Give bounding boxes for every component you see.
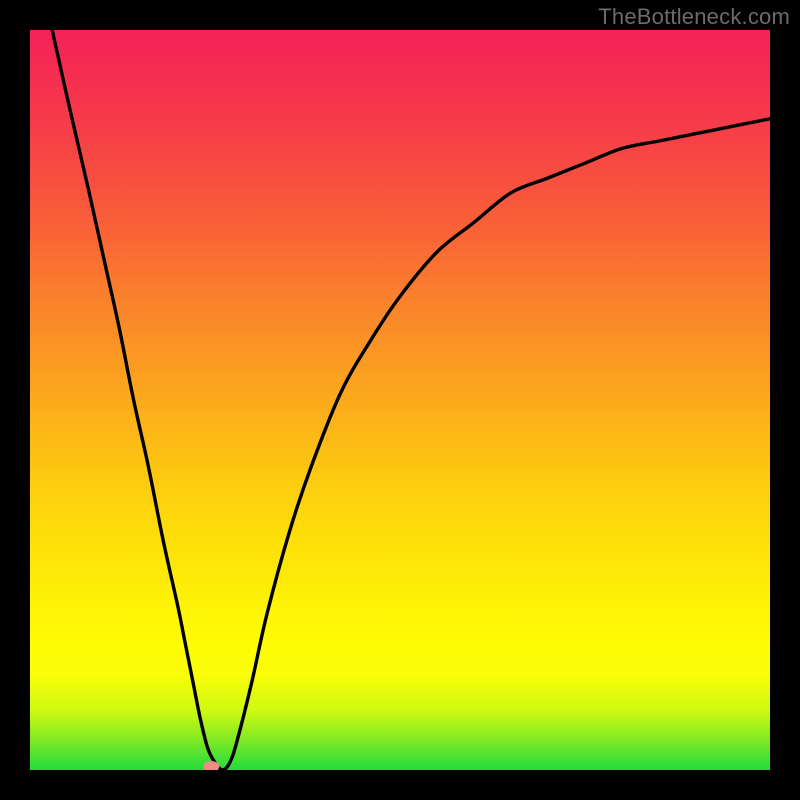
plot-area [30,30,770,770]
bottleneck-curve [52,30,770,770]
chart-frame: TheBottleneck.com [0,0,800,800]
curve-svg [30,30,770,770]
watermark-text: TheBottleneck.com [598,4,790,30]
optimal-marker [203,761,219,770]
